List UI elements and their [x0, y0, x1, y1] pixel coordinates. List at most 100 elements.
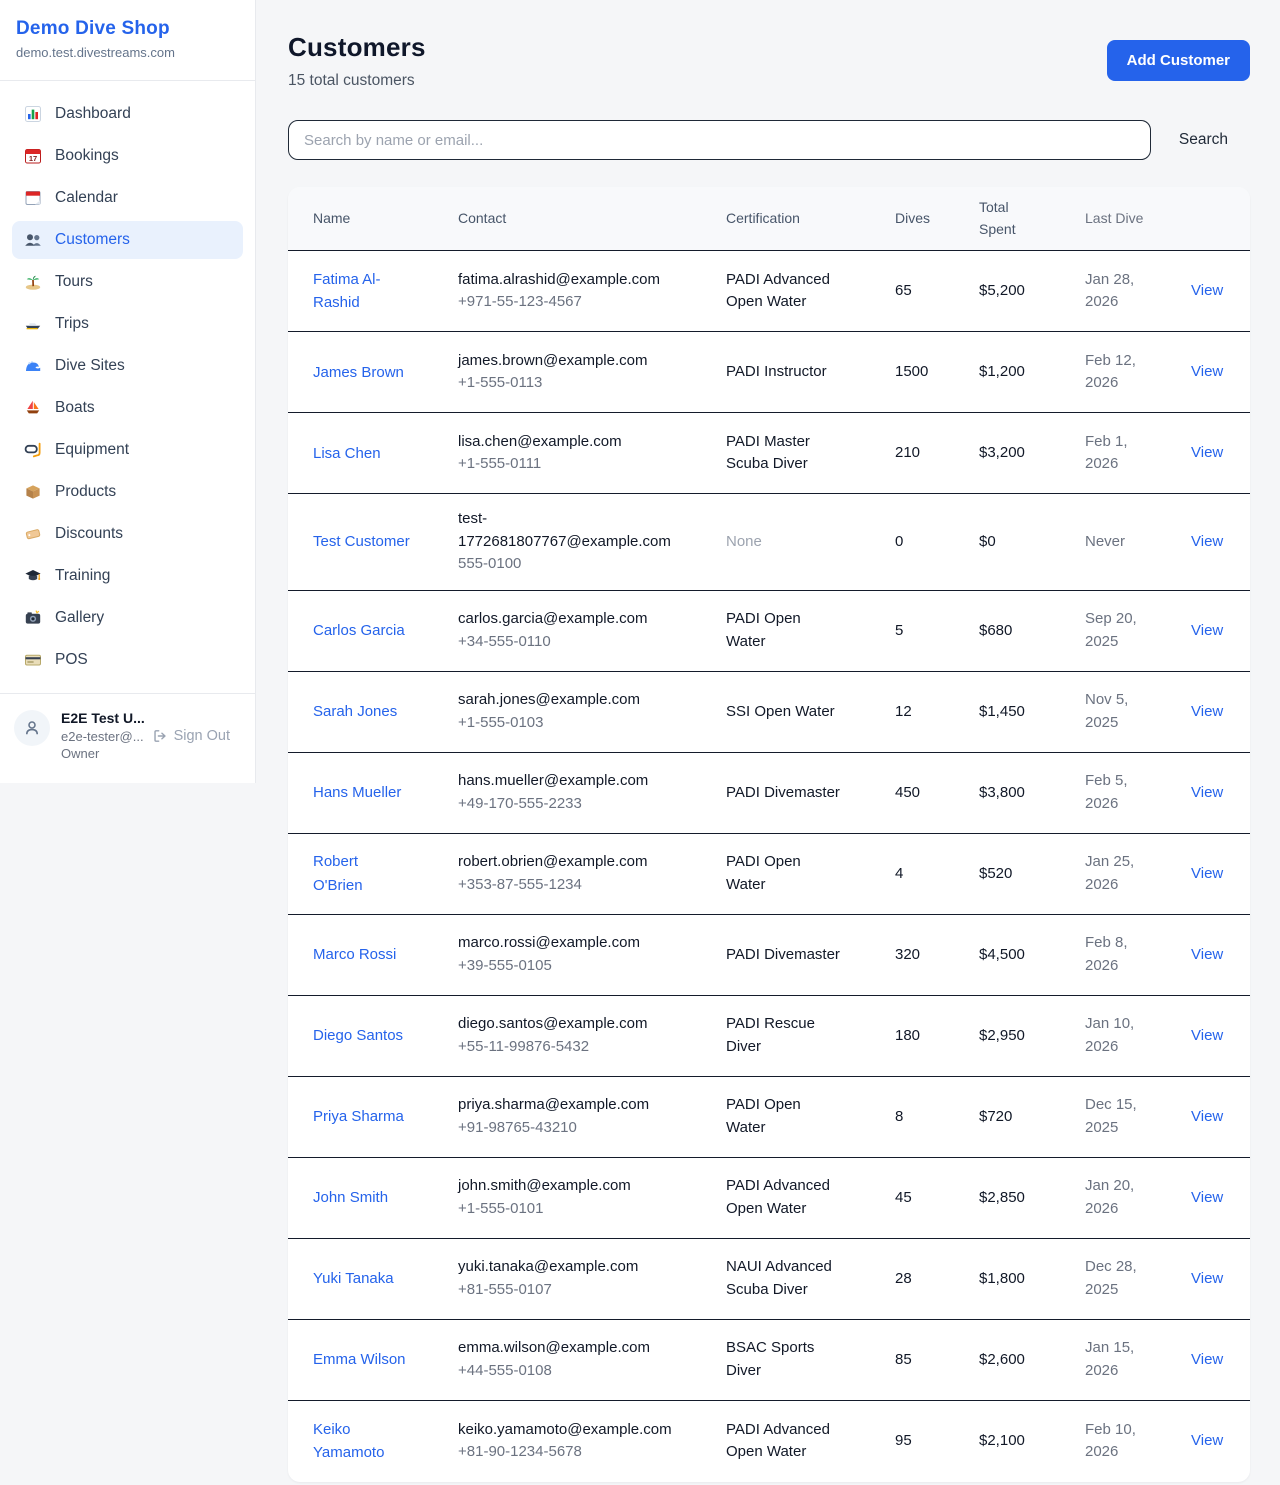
- customer-last-dive: Dec 15, 2025: [1085, 1080, 1191, 1153]
- customer-phone: +971-55-123-4567: [458, 291, 660, 314]
- view-link[interactable]: View: [1191, 1027, 1223, 1044]
- search-button[interactable]: Search: [1151, 123, 1250, 157]
- customer-name-link[interactable]: Priya Sharma: [313, 1108, 404, 1125]
- sidebar-item-label: Equipment: [55, 441, 129, 459]
- sidebar-item-pos[interactable]: POS: [12, 641, 243, 679]
- sidebar-item-dashboard[interactable]: Dashboard: [12, 95, 243, 133]
- sidebar-item-tours[interactable]: Tours: [12, 263, 243, 301]
- customer-name-link[interactable]: Keiko Yamamoto: [313, 1421, 384, 1462]
- customer-name-link[interactable]: Carlos Garcia: [313, 622, 405, 639]
- sidebar-item-bookings[interactable]: 17 Bookings: [12, 137, 243, 175]
- table-row: Emma Wilson emma.wilson@example.com +44-…: [288, 1320, 1250, 1401]
- view-link[interactable]: View: [1191, 1351, 1223, 1368]
- sidebar: Demo Dive Shop demo.test.divestreams.com…: [0, 0, 256, 783]
- customer-name-link[interactable]: Marco Rossi: [313, 946, 396, 963]
- sign-out-button[interactable]: Sign Out: [152, 728, 230, 744]
- table-row: Yuki Tanaka yuki.tanaka@example.com +81-…: [288, 1239, 1250, 1320]
- view-link[interactable]: View: [1191, 282, 1223, 299]
- customer-dives: 4: [895, 849, 979, 900]
- user-info: E2E Test U... e2e-tester@... Sign Out Ow…: [61, 710, 241, 761]
- view-link[interactable]: View: [1191, 1189, 1223, 1206]
- column-header-certification: Certification: [726, 198, 895, 240]
- customer-name-link[interactable]: Lisa Chen: [313, 445, 381, 462]
- trips-icon: [24, 315, 42, 333]
- table-header-row: Name Contact Certification Dives Total S…: [288, 187, 1250, 251]
- customer-name-link[interactable]: Emma Wilson: [313, 1351, 406, 1368]
- view-link[interactable]: View: [1191, 946, 1223, 963]
- customer-total-spent: $2,850: [979, 1173, 1085, 1224]
- customer-certification: PADI Divemaster: [726, 946, 840, 963]
- page-title: Customers: [288, 32, 426, 63]
- customer-certification: NAUI Advanced Scuba Diver: [726, 1258, 832, 1298]
- customer-name-link[interactable]: Test Customer: [313, 533, 410, 550]
- view-link[interactable]: View: [1191, 1270, 1223, 1287]
- customer-last-dive: Jan 20, 2026: [1085, 1161, 1191, 1234]
- customer-last-dive: Feb 5, 2026: [1085, 756, 1191, 829]
- sidebar-item-products[interactable]: Products: [12, 473, 243, 511]
- view-link[interactable]: View: [1191, 533, 1223, 550]
- training-icon: [24, 567, 42, 585]
- svg-text:17: 17: [29, 154, 37, 163]
- customer-name-link[interactable]: Sarah Jones: [313, 703, 397, 720]
- customer-certification: PADI Instructor: [726, 363, 827, 380]
- customer-last-dive: Dec 28, 2025: [1085, 1242, 1191, 1315]
- customer-total-spent: $2,600: [979, 1335, 1085, 1386]
- view-link[interactable]: View: [1191, 784, 1223, 801]
- customer-name-link[interactable]: Yuki Tanaka: [313, 1270, 394, 1287]
- sidebar-item-boats[interactable]: Boats: [12, 389, 243, 427]
- column-header-actions: [1191, 209, 1225, 229]
- add-customer-button[interactable]: Add Customer: [1107, 40, 1250, 81]
- column-header-dives: Dives: [895, 198, 979, 240]
- customer-email: yuki.tanaka@example.com: [458, 1256, 660, 1279]
- sign-out-icon: [152, 728, 168, 744]
- customer-certification: PADI Open Water: [726, 853, 801, 893]
- customer-phone: +34-555-0110: [458, 631, 660, 654]
- view-link[interactable]: View: [1191, 703, 1223, 720]
- person-icon: [22, 718, 42, 738]
- sidebar-item-customers[interactable]: Customers: [12, 221, 243, 259]
- customer-last-dive: Jan 28, 2026: [1085, 255, 1191, 328]
- tours-icon: [24, 273, 42, 291]
- customer-name-link[interactable]: John Smith: [313, 1189, 388, 1206]
- sidebar-item-trips[interactable]: Trips: [12, 305, 243, 343]
- customer-name-link[interactable]: Diego Santos: [313, 1027, 403, 1044]
- sidebar-item-label: Dive Sites: [55, 357, 125, 375]
- customer-total-spent: $5,200: [979, 266, 1085, 317]
- customer-email: james.brown@example.com: [458, 350, 660, 373]
- sidebar-item-calendar[interactable]: Calendar: [12, 179, 243, 217]
- shop-name: Demo Dive Shop: [16, 18, 239, 40]
- customer-name-link[interactable]: Hans Mueller: [313, 784, 401, 801]
- view-link[interactable]: View: [1191, 865, 1223, 882]
- customer-name-link[interactable]: James Brown: [313, 364, 404, 381]
- view-link[interactable]: View: [1191, 363, 1223, 380]
- sidebar-item-discounts[interactable]: Discounts: [12, 515, 243, 553]
- sidebar-item-equipment[interactable]: Equipment: [12, 431, 243, 469]
- view-link[interactable]: View: [1191, 1432, 1223, 1449]
- view-link[interactable]: View: [1191, 622, 1223, 639]
- customer-certification: PADI Open Water: [726, 1096, 801, 1136]
- user-block: E2E Test U... e2e-tester@... Sign Out Ow…: [0, 693, 255, 783]
- sidebar-item-gallery[interactable]: Gallery: [12, 599, 243, 637]
- column-header-total-spent: Total Spent: [979, 187, 1085, 250]
- sidebar-item-label: Calendar: [55, 189, 118, 207]
- view-link[interactable]: View: [1191, 1108, 1223, 1125]
- customer-phone: +39-555-0105: [458, 955, 660, 978]
- table-row: Lisa Chen lisa.chen@example.com +1-555-0…: [288, 413, 1250, 494]
- sidebar-nav: Dashboard 17 Bookings Calendar Customers: [0, 81, 255, 693]
- customer-email: hans.mueller@example.com: [458, 770, 660, 793]
- customer-name-link[interactable]: Fatima Al-Rashid: [313, 271, 381, 312]
- column-header-last-dive: Last Dive: [1085, 198, 1191, 240]
- view-link[interactable]: View: [1191, 444, 1223, 461]
- products-icon: [24, 483, 42, 501]
- customer-total-spent: $4,500: [979, 930, 1085, 981]
- sidebar-item-training[interactable]: Training: [12, 557, 243, 595]
- table-row: James Brown james.brown@example.com +1-5…: [288, 332, 1250, 413]
- customer-certification: BSAC Sports Diver: [726, 1339, 814, 1379]
- customer-name-link[interactable]: Robert O'Brien: [313, 853, 363, 894]
- sidebar-item-dive-sites[interactable]: Dive Sites: [12, 347, 243, 385]
- search-input[interactable]: [288, 120, 1151, 160]
- customer-total-spent: $2,950: [979, 1011, 1085, 1062]
- customer-last-dive: Feb 10, 2026: [1085, 1405, 1191, 1478]
- customer-total-spent: $0: [979, 517, 1085, 568]
- customer-dives: 1500: [895, 347, 979, 398]
